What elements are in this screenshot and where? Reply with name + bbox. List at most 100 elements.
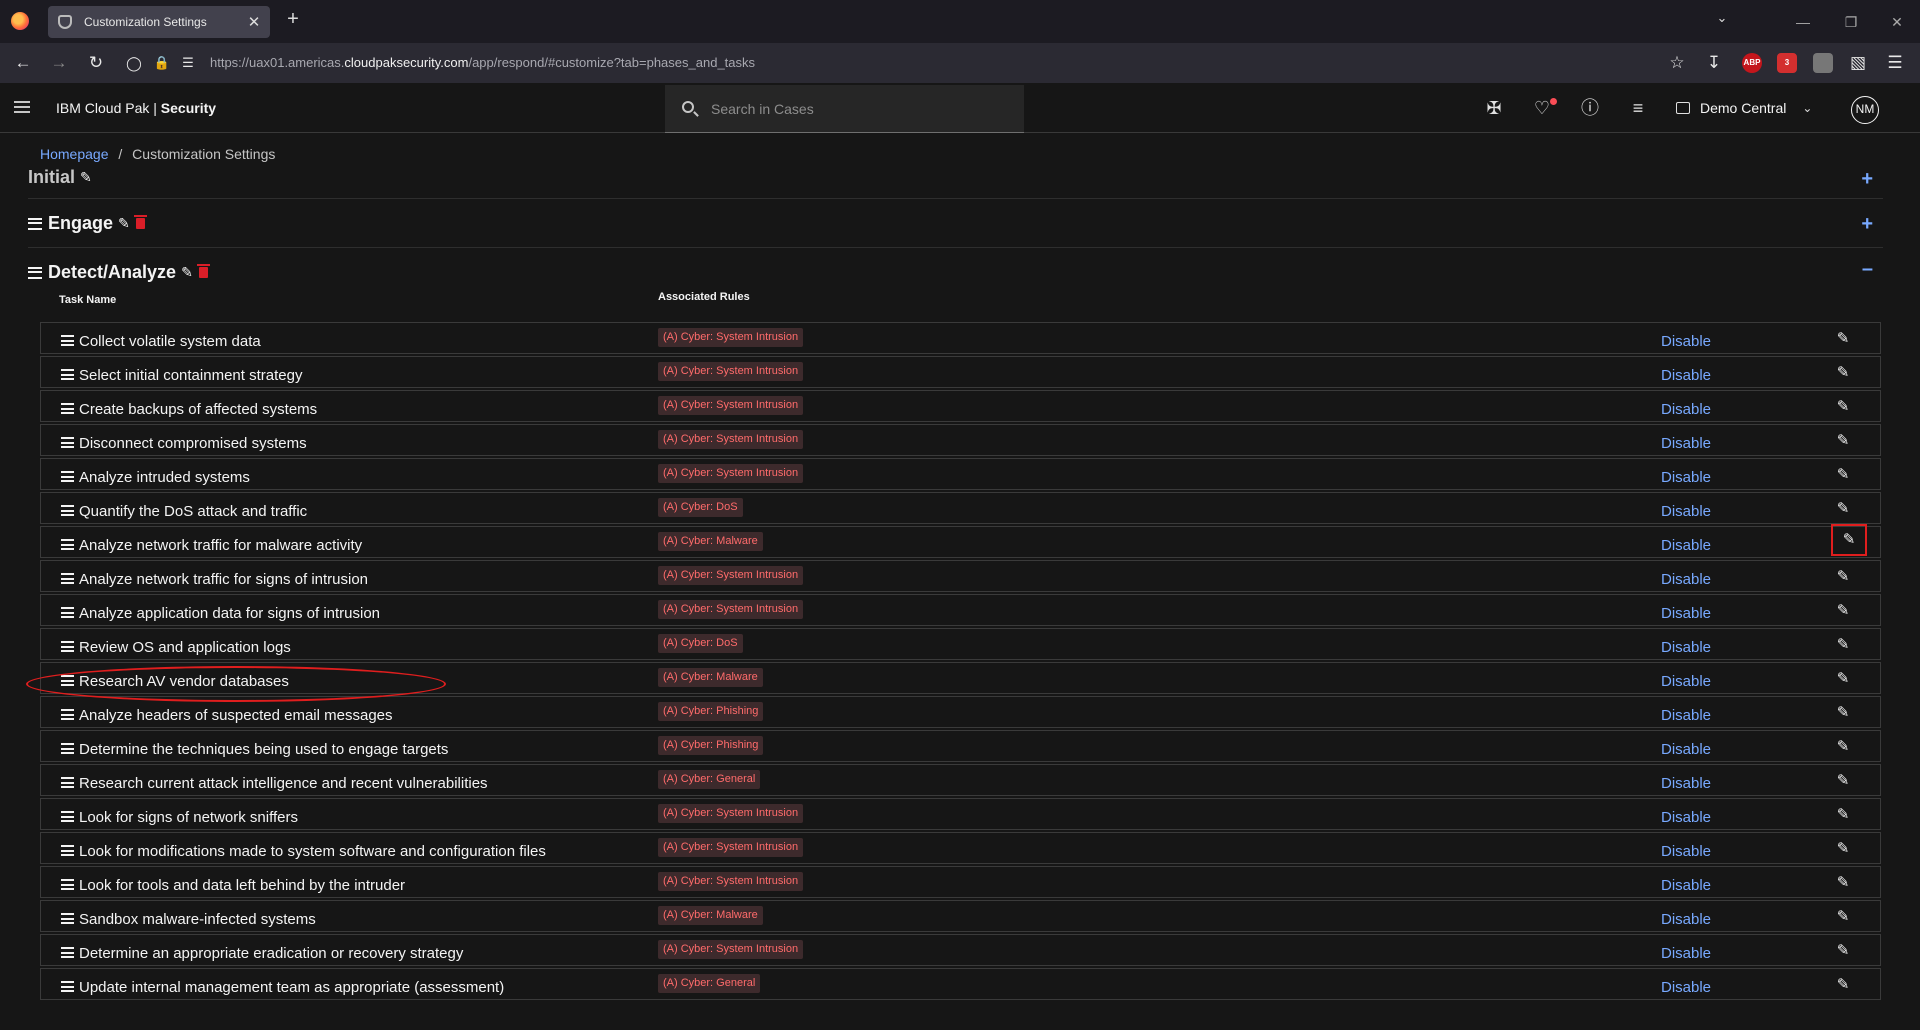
task-row[interactable]: Analyze headers of suspected email messa… — [40, 696, 1881, 728]
task-row[interactable]: Select initial containment strategy (A) C… — [40, 356, 1881, 388]
task-row[interactable]: Analyze intruded systems (A) Cyber: Syste… — [40, 458, 1881, 490]
delete-trash-icon[interactable] — [133, 215, 147, 229]
signpost-icon[interactable]: ✠ — [1482, 96, 1506, 120]
drag-handle-icon[interactable] — [61, 675, 74, 686]
app-menu-icon[interactable]: ☰ — [1883, 51, 1907, 75]
edit-pencil-icon[interactable]: ✎ — [1831, 565, 1855, 589]
edit-pencil-icon[interactable]: ✎ — [1831, 939, 1855, 963]
drag-handle-icon[interactable] — [61, 369, 74, 380]
drag-handle-icon[interactable] — [61, 539, 74, 550]
new-tab-button[interactable]: + — [281, 8, 305, 31]
associated-rule-tag[interactable]: (A) Cyber: Malware — [658, 532, 763, 551]
associated-rule-tag[interactable]: (A) Cyber: System Intrusion — [658, 464, 804, 483]
disable-link[interactable]: Disable — [1661, 673, 1711, 690]
drag-handle-icon[interactable] — [61, 505, 74, 516]
disable-link[interactable]: Disable — [1661, 945, 1711, 962]
drag-handle-icon[interactable] — [28, 217, 42, 230]
drag-handle-icon[interactable] — [61, 981, 74, 992]
associated-rule-tag[interactable]: (A) Cyber: Phishing — [658, 736, 764, 755]
associated-rule-tag[interactable]: (A) Cyber: DoS — [658, 498, 743, 517]
extensions-puzzle-icon[interactable]: ▧ — [1846, 51, 1870, 75]
edit-pencil-icon[interactable]: ✎ — [1831, 769, 1855, 793]
drag-handle-icon[interactable] — [61, 335, 74, 346]
associated-rule-tag[interactable]: (A) Cyber: Malware — [658, 906, 763, 925]
adblock-extension-icon[interactable]: ABP — [1742, 53, 1762, 73]
drag-handle-icon[interactable] — [61, 811, 74, 822]
restore-icon[interactable]: ❐ — [1839, 10, 1863, 34]
associated-rule-tag[interactable]: (A) Cyber: DoS — [658, 634, 743, 653]
tab-close-icon[interactable]: ✕ — [244, 13, 264, 31]
task-list-icon[interactable]: ≡ — [1626, 96, 1650, 120]
task-row[interactable]: Research AV vendor databases (A) Cyber: M… — [40, 662, 1881, 694]
task-row[interactable]: Analyze application data for signs of in… — [40, 594, 1881, 626]
disable-link[interactable]: Disable — [1661, 367, 1711, 384]
disable-link[interactable]: Disable — [1661, 775, 1711, 792]
task-row[interactable]: Update internal management team as appro… — [40, 968, 1881, 1000]
task-row[interactable]: Analyze network traffic for signs of int… — [40, 560, 1881, 592]
associated-rule-tag[interactable]: (A) Cyber: General — [658, 770, 761, 789]
disable-link[interactable]: Disable — [1661, 503, 1711, 520]
associated-rule-tag[interactable]: (A) Cyber: System Intrusion — [658, 600, 804, 619]
edit-pencil-icon[interactable]: ✎ — [1831, 361, 1855, 385]
disable-link[interactable]: Disable — [1661, 605, 1711, 622]
edit-pencil-icon[interactable]: ✎ — [181, 264, 193, 281]
edit-pencil-icon[interactable]: ✎ — [1831, 905, 1855, 929]
task-row[interactable]: Create backups of affected systems (A) Cy… — [40, 390, 1881, 422]
disable-link[interactable]: Disable — [1661, 435, 1711, 452]
expand-phase-button[interactable]: + — [1861, 168, 1873, 191]
task-row[interactable]: Analyze network traffic for malware acti… — [40, 524, 1881, 558]
associated-rule-tag[interactable]: (A) Cyber: System Intrusion — [658, 566, 804, 585]
edit-pencil-icon[interactable]: ✎ — [1831, 395, 1855, 419]
disable-link[interactable]: Disable — [1661, 333, 1711, 350]
associated-rule-tag[interactable]: (A) Cyber: Phishing — [658, 702, 764, 721]
task-row[interactable]: Look for signs of network sniffers (A) Cy… — [40, 798, 1881, 830]
edit-pencil-icon[interactable]: ✎ — [80, 169, 92, 186]
expand-phase-button[interactable]: + — [1861, 213, 1873, 236]
disable-link[interactable]: Disable — [1661, 537, 1711, 554]
edit-pencil-icon[interactable]: ✎ — [1831, 735, 1855, 759]
associated-rule-tag[interactable]: (A) Cyber: Malware — [658, 668, 763, 687]
firefox-logo-icon[interactable] — [11, 12, 29, 30]
downloads-icon[interactable]: ↧ — [1702, 51, 1726, 75]
drag-handle-icon[interactable] — [61, 947, 74, 958]
edit-pencil-icon[interactable]: ✎ — [1831, 973, 1855, 997]
task-row[interactable]: Sandbox malware-infected systems (A) Cybe… — [40, 900, 1881, 932]
task-row[interactable]: Look for tools and data left behind by t… — [40, 866, 1881, 898]
drag-handle-icon[interactable] — [61, 437, 74, 448]
disable-link[interactable]: Disable — [1661, 877, 1711, 894]
task-row[interactable]: Determine an appropriate eradication or … — [40, 934, 1881, 966]
edit-pencil-icon[interactable]: ✎ — [118, 215, 130, 232]
collapse-phase-button[interactable]: – — [1862, 258, 1873, 281]
edit-pencil-icon[interactable]: ✎ — [1831, 524, 1867, 556]
browser-tab-active[interactable]: Customization Settings ✕ — [48, 6, 270, 38]
task-row[interactable]: Research current attack intelligence and… — [40, 764, 1881, 796]
associated-rule-tag[interactable]: (A) Cyber: System Intrusion — [658, 940, 804, 959]
url-text[interactable]: https://uax01.americas.cloudpaksecurity.… — [210, 55, 755, 70]
task-row[interactable]: Determine the techniques being used to e… — [40, 730, 1881, 762]
edit-pencil-icon[interactable]: ✎ — [1831, 463, 1855, 487]
task-row[interactable]: Collect volatile system data (A) Cyber: S… — [40, 322, 1881, 354]
task-row[interactable]: Review OS and application logs (A) Cyber:… — [40, 628, 1881, 660]
reload-icon[interactable]: ↻ — [84, 51, 108, 75]
extension-icon[interactable] — [1813, 53, 1833, 73]
disable-link[interactable]: Disable — [1661, 979, 1711, 996]
user-avatar[interactable]: NM — [1851, 96, 1879, 124]
associated-rule-tag[interactable]: (A) Cyber: System Intrusion — [658, 396, 804, 415]
drag-handle-icon[interactable] — [61, 777, 74, 788]
drag-handle-icon[interactable] — [61, 641, 74, 652]
disable-link[interactable]: Disable — [1661, 639, 1711, 656]
associated-rule-tag[interactable]: (A) Cyber: System Intrusion — [658, 872, 804, 891]
associated-rule-tag[interactable]: (A) Cyber: System Intrusion — [658, 328, 804, 347]
edit-pencil-icon[interactable]: ✎ — [1831, 327, 1855, 351]
associated-rule-tag[interactable]: (A) Cyber: System Intrusion — [658, 430, 804, 449]
task-row[interactable]: Disconnect compromised systems (A) Cyber:… — [40, 424, 1881, 456]
disable-link[interactable]: Disable — [1661, 741, 1711, 758]
task-row[interactable]: Quantify the DoS attack and traffic (A) C… — [40, 492, 1881, 524]
associated-rule-tag[interactable]: (A) Cyber: General — [658, 974, 761, 993]
drag-handle-icon[interactable] — [61, 709, 74, 720]
edit-pencil-icon[interactable]: ✎ — [1831, 633, 1855, 657]
disable-link[interactable]: Disable — [1661, 469, 1711, 486]
edit-pencil-icon[interactable]: ✎ — [1831, 497, 1855, 521]
breadcrumb-homepage-link[interactable]: Homepage — [40, 146, 109, 162]
forward-arrow-icon[interactable]: → — [47, 51, 71, 75]
